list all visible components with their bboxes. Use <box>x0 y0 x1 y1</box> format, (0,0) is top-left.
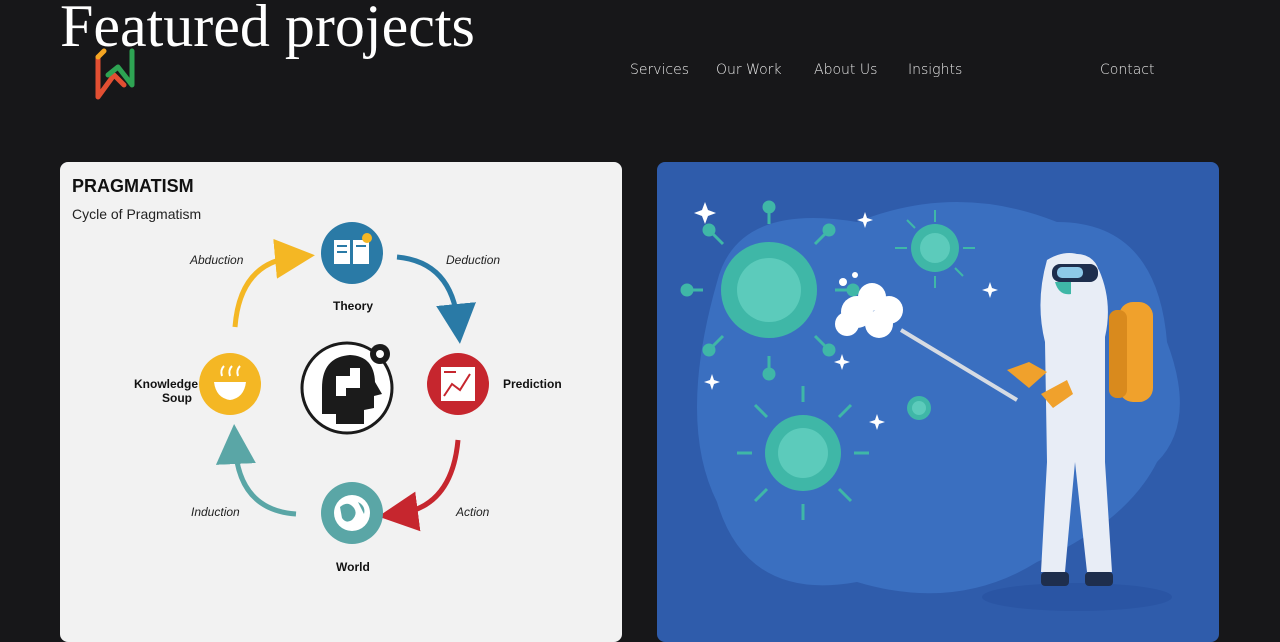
action-arrow <box>378 439 461 532</box>
induction-arrow <box>215 424 297 517</box>
prediction-node <box>427 353 489 415</box>
node-label-world: World <box>336 560 370 574</box>
edge-label-deduction: Deduction <box>446 253 501 267</box>
deduction-arrow <box>396 254 476 344</box>
nav-insights[interactable]: Insights <box>908 62 962 78</box>
nav-contact[interactable]: Contact <box>1100 62 1154 78</box>
project-card-disinfection[interactable] <box>657 162 1219 642</box>
nav-about-us[interactable]: About Us <box>814 62 877 78</box>
edge-label-induction: Induction <box>191 505 240 519</box>
node-label-theory: Theory <box>333 299 374 313</box>
virus-disinfection-illustration <box>680 200 1180 611</box>
nav-our-work[interactable]: Our Work <box>716 62 782 78</box>
node-label-knowledge-soup: Knowledge Soup <box>134 377 199 405</box>
abduction-arrow <box>232 238 315 328</box>
brain-head-center <box>300 341 394 435</box>
edge-label-abduction: Abduction <box>190 253 244 267</box>
ground-shadow <box>982 583 1172 611</box>
virus-small <box>907 396 931 420</box>
nav-services[interactable]: Services <box>630 62 689 78</box>
edge-label-action: Action <box>456 505 490 519</box>
project-card-pragmatism[interactable]: PRAGMATISM Cycle of Pragmatism Theory Pr… <box>60 162 622 642</box>
main-nav: Services Our Work About Us Insights Cont… <box>0 62 1280 84</box>
knowledge-soup-node <box>199 353 261 415</box>
world-node <box>321 482 383 544</box>
theory-node <box>321 222 383 284</box>
node-label-prediction: Prediction <box>503 377 562 391</box>
diagram-subtitle: Cycle of Pragmatism <box>72 206 202 222</box>
diagram-title: PRAGMATISM <box>72 176 194 196</box>
